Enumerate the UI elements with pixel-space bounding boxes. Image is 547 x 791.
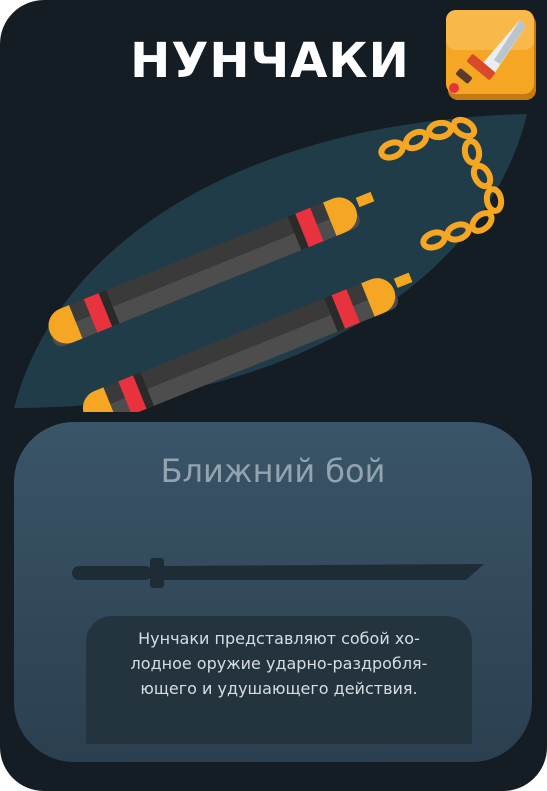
- weapon-description: Нунчаки представляют собой хо- лодное ор…: [86, 616, 472, 744]
- nunchaku-icon: [14, 114, 527, 412]
- weapon-category: Ближний бой: [160, 452, 386, 490]
- weapon-card: НУНЧАКИ Ближний бой Нунчаки представляют…: [0, 0, 547, 791]
- info-panel: Ближний бой Нунчаки представляют собой х…: [14, 422, 532, 762]
- sword-silhouette-icon: [72, 558, 484, 588]
- description-line: ющего и удушающего действия.: [140, 679, 418, 698]
- description-line: Нунчаки представляют собой хо-: [138, 629, 420, 648]
- card-title: НУНЧАКИ: [130, 33, 410, 89]
- melee-dagger-icon: [446, 10, 536, 100]
- description-line: лодное оружие ударно-раздробля-: [130, 654, 428, 673]
